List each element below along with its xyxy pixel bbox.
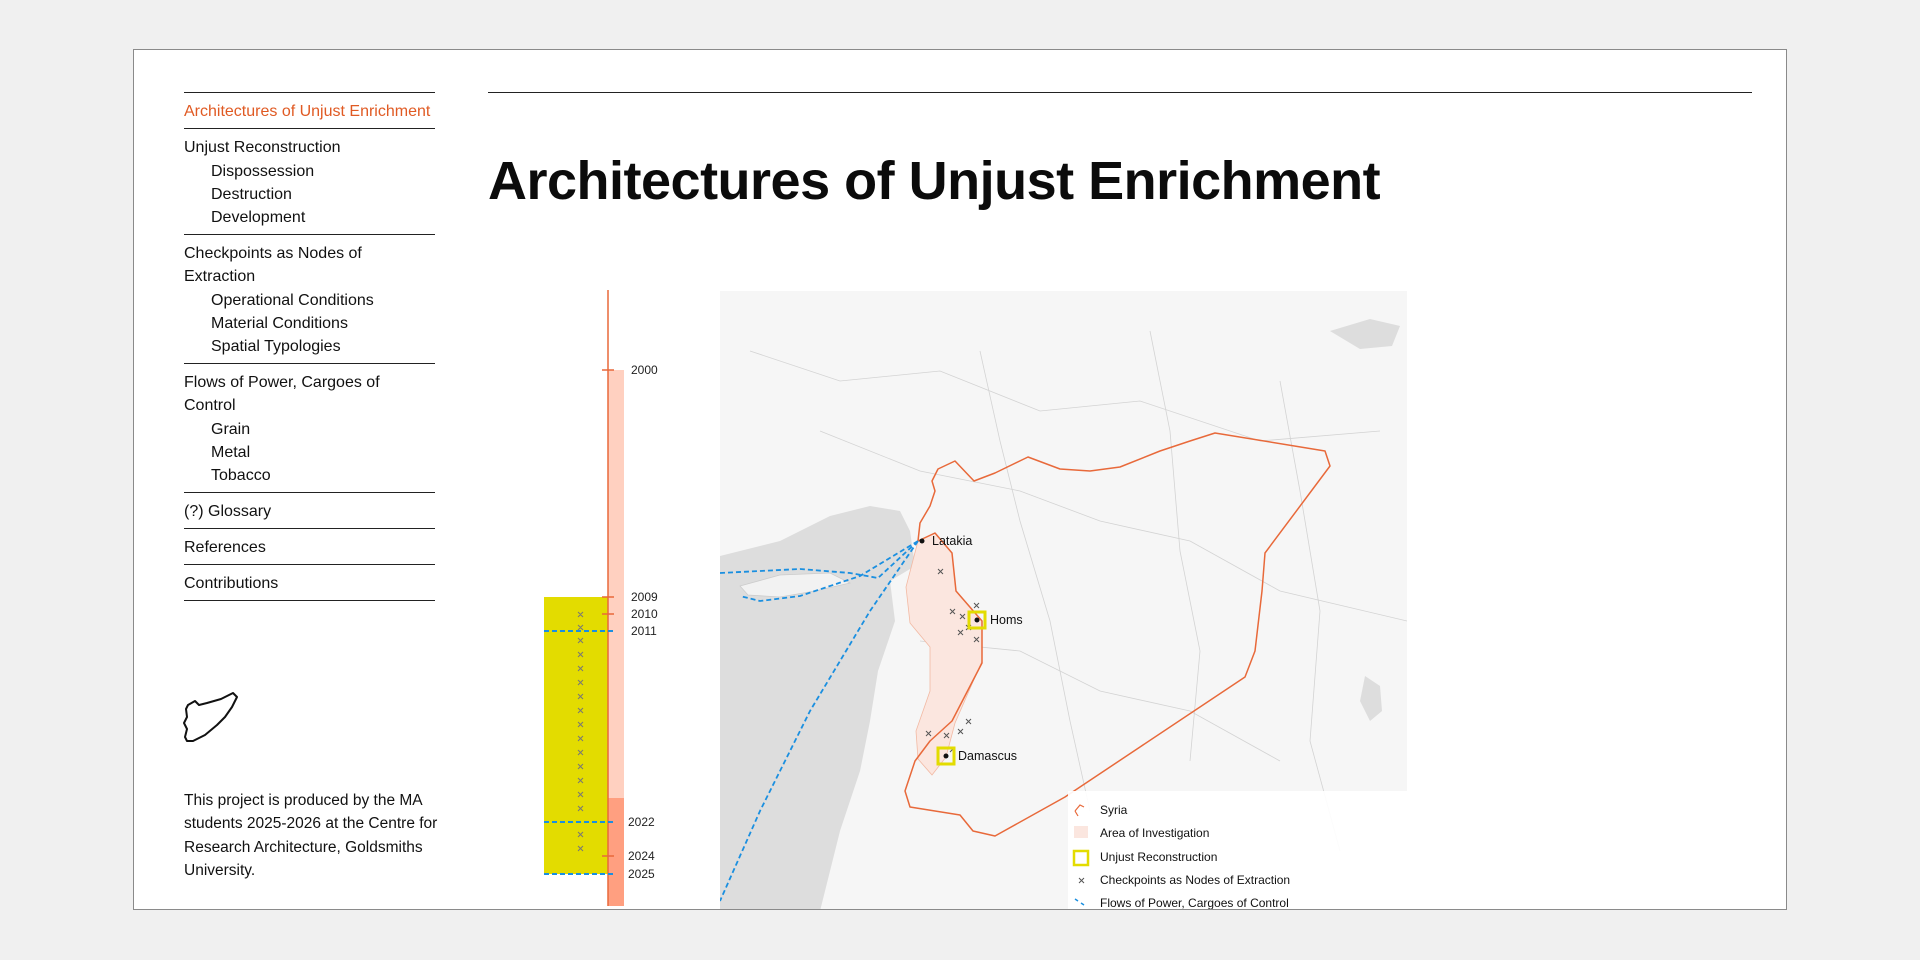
year-label-2022: 2022 bbox=[628, 815, 655, 829]
nav-sublink[interactable]: Tobacco bbox=[184, 464, 435, 487]
nav-section: Flows of Power, Cargoes of Control Grain M… bbox=[184, 363, 435, 492]
project-credits: This project is produced by the MA stude… bbox=[184, 791, 438, 880]
legend-label-area: Area of Investigation bbox=[1100, 826, 1209, 840]
legend-label-flows: Flows of Power, Cargoes of Control bbox=[1100, 896, 1289, 910]
nav-sublink[interactable]: Destruction bbox=[184, 183, 435, 206]
top-divider bbox=[488, 92, 1752, 93]
syria-outline-icon bbox=[183, 692, 238, 742]
city-dot-homs bbox=[974, 617, 980, 623]
hatch-area-icon bbox=[1074, 826, 1088, 838]
year-label-2010: 2010 bbox=[631, 607, 658, 621]
nav-link[interactable]: Checkpoints as Nodes of Extraction bbox=[184, 242, 435, 288]
nav-sublist: Grain Metal Tobacco bbox=[184, 417, 435, 487]
sidebar-nav: Architectures of Unjust Enrichment Unjust… bbox=[184, 92, 435, 601]
legend-label-reconstruction: Unjust Reconstruction bbox=[1100, 850, 1217, 864]
nav-link[interactable]: Contributions bbox=[184, 572, 435, 595]
legend-label-syria: Syria bbox=[1100, 803, 1128, 817]
nav-section: Architectures of Unjust Enrichment bbox=[184, 92, 435, 128]
nav-section: Unjust Reconstruction Dispossession Destru… bbox=[184, 128, 435, 234]
nav-sublink[interactable]: Development bbox=[184, 206, 435, 229]
nav-link[interactable]: Unjust Reconstruction bbox=[184, 136, 435, 159]
syria-map: Latakia Homs Damascus Syria Area of Inve… bbox=[720, 291, 1407, 910]
legend-label-checkpoints: Checkpoints as Nodes of Extraction bbox=[1100, 873, 1290, 887]
nav-sublink[interactable]: Operational Conditions bbox=[184, 289, 435, 312]
city-label-homs: Homs bbox=[990, 613, 1023, 627]
nav-sublink[interactable]: Dispossession bbox=[184, 160, 435, 183]
nav-link[interactable]: (?) Glossary bbox=[184, 500, 435, 523]
year-label-2025: 2025 bbox=[628, 867, 655, 881]
page-title: Architectures of Unjust Enrichment bbox=[488, 151, 1381, 211]
timeline-bar-deep bbox=[608, 798, 624, 906]
timeline-chart: 2000 2009 2010 2011 2022 2024 2025 bbox=[544, 290, 658, 906]
nav-section: Contributions bbox=[184, 564, 435, 601]
year-label-2011: 2011 bbox=[631, 624, 657, 638]
nav-link[interactable]: Architectures of Unjust Enrichment bbox=[184, 100, 435, 123]
nav-sublink[interactable]: Material Conditions bbox=[184, 312, 435, 335]
nav-sublink[interactable]: Grain bbox=[184, 418, 435, 441]
city-label-latakia: Latakia bbox=[932, 534, 972, 548]
nav-section: References bbox=[184, 528, 435, 564]
city-dot-damascus bbox=[943, 753, 949, 759]
page-frame: Architectures of Unjust Enrichment Unjust… bbox=[133, 49, 1787, 910]
nav-sublink[interactable]: Spatial Typologies bbox=[184, 335, 435, 358]
map-legend: Syria Area of Investigation Unjust Recon… bbox=[1068, 791, 1407, 910]
nav-section: Checkpoints as Nodes of Extraction Operat… bbox=[184, 234, 435, 363]
city-dot-latakia bbox=[919, 538, 925, 544]
nav-sublink[interactable]: Metal bbox=[184, 441, 435, 464]
nav-sublist: Operational Conditions Material Condition… bbox=[184, 288, 435, 358]
nav-link[interactable]: References bbox=[184, 536, 435, 559]
year-label-2009: 2009 bbox=[631, 590, 658, 604]
nav-section: (?) Glossary bbox=[184, 492, 435, 528]
timeline-bar-pale bbox=[608, 370, 624, 798]
city-label-damascus: Damascus bbox=[958, 749, 1017, 763]
year-label-2000: 2000 bbox=[631, 363, 658, 377]
nav-link[interactable]: Flows of Power, Cargoes of Control bbox=[184, 371, 435, 417]
nav-sublist: Dispossession Destruction Development bbox=[184, 159, 435, 229]
timeline-highlight-2009-2025 bbox=[544, 597, 609, 874]
year-label-2024: 2024 bbox=[628, 849, 655, 863]
